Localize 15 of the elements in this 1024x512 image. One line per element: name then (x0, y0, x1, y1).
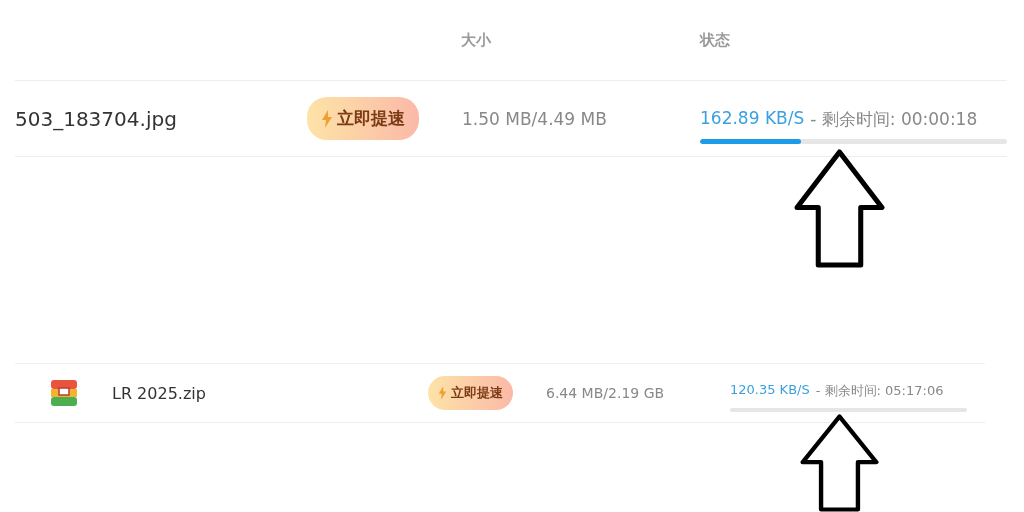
file-name: 503_183704.jpg (15, 106, 177, 131)
remaining-time: - 剩余时间: 05:17:06 (815, 382, 944, 400)
boost-button[interactable]: 立即提速 (307, 97, 419, 140)
remaining-time: - 剩余时间: 00:00:18 (810, 107, 978, 131)
column-header: 大小 (461, 30, 492, 50)
file-size: 6.44 MB/2.19 GB (546, 385, 666, 401)
file-size: 1.50 MB/4.49 MB (462, 108, 608, 129)
download-speed: 120.35 KB/S (730, 382, 810, 399)
boost-button[interactable]: 立即提速 (428, 376, 513, 410)
lightning-icon (438, 386, 447, 400)
lightning-icon (321, 109, 333, 128)
archive-icon (50, 380, 77, 406)
column-header: 状态 (700, 30, 731, 50)
file-name: LR 2025.zip (112, 383, 206, 403)
download-speed: 162.89 KB/S (700, 107, 805, 130)
